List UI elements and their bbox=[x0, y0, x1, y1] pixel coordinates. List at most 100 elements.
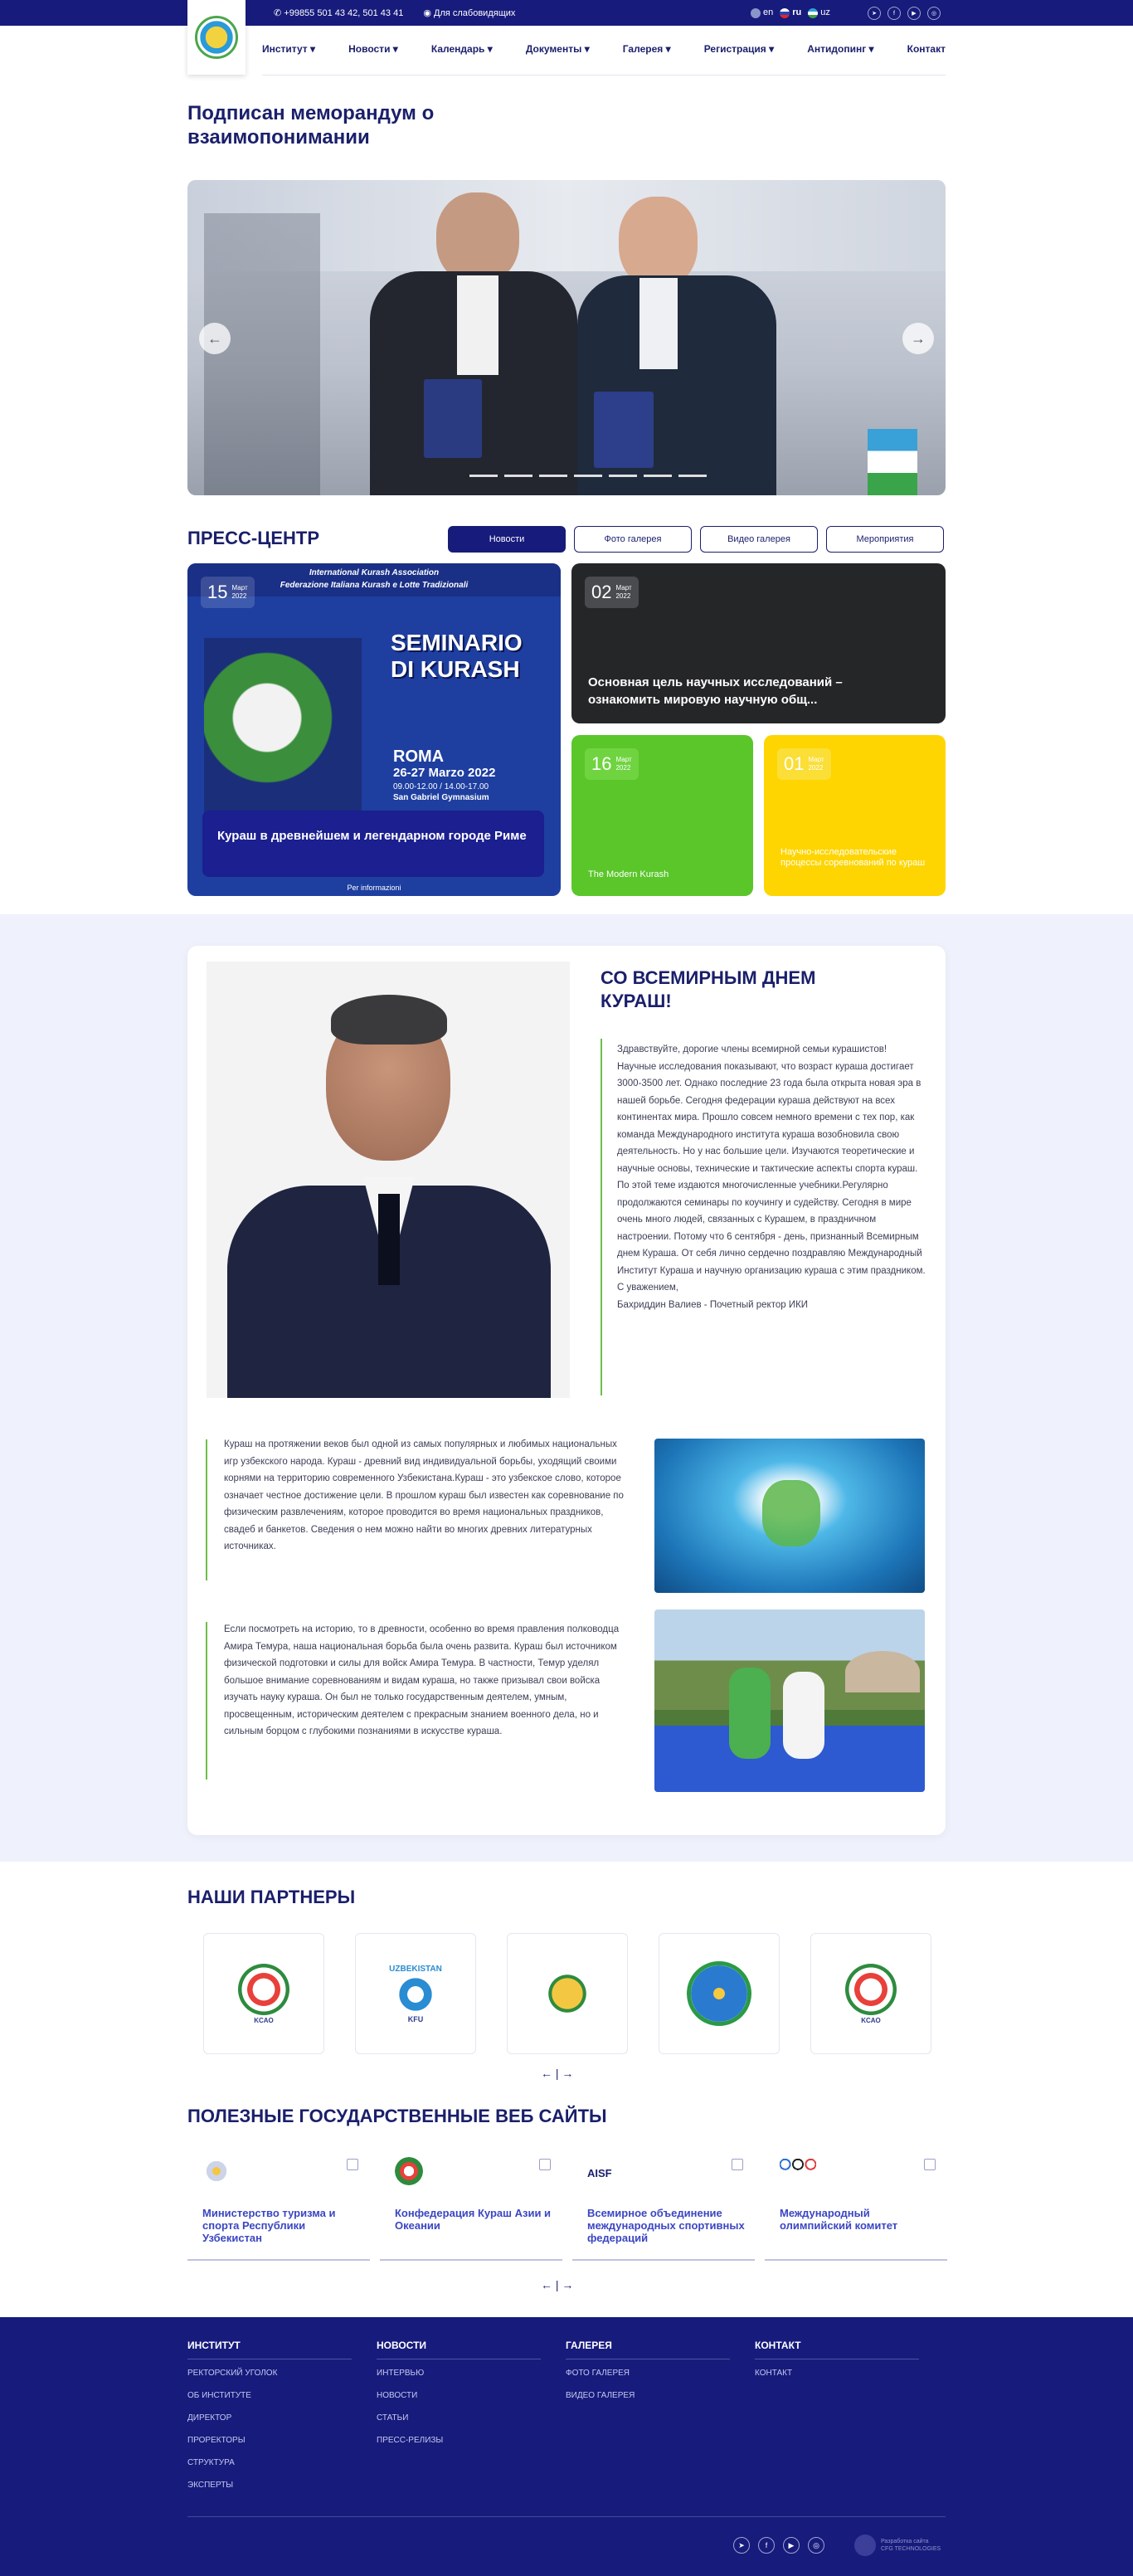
hero-prev-button[interactable]: ← bbox=[199, 323, 231, 354]
nav-registration[interactable]: Регистрация ▾ bbox=[704, 43, 774, 55]
partner-logo-kcao[interactable]: KCAO bbox=[203, 1933, 324, 2054]
hero-dot[interactable] bbox=[678, 475, 707, 477]
site-card-ministry[interactable]: Министерство туризма и спорта Республики… bbox=[187, 2149, 370, 2261]
instagram-icon[interactable]: ◎ bbox=[808, 2537, 824, 2554]
telegram-icon[interactable]: ➤ bbox=[733, 2537, 750, 2554]
footer-link[interactable]: ИНТЕРВЬЮ bbox=[377, 2369, 542, 2391]
partners-pager[interactable]: ← | → bbox=[541, 2067, 573, 2080]
partner-logo-kcao-2[interactable]: KCAO bbox=[810, 1933, 931, 2054]
developer-credit[interactable]: Разработка сайта CFG TECHNOLOGIES bbox=[854, 2535, 941, 2556]
instagram-icon[interactable]: ◎ bbox=[927, 7, 941, 20]
tab-news[interactable]: Новости bbox=[448, 526, 566, 553]
accent-line bbox=[206, 1439, 207, 1580]
kurash-photo-2 bbox=[654, 1609, 925, 1792]
ministry-emblem-icon bbox=[687, 1961, 751, 2026]
noc-emblem-icon bbox=[544, 1969, 591, 2018]
news-card-featured[interactable]: International Kurash Association Federazi… bbox=[187, 563, 561, 896]
hero-dot[interactable] bbox=[504, 475, 532, 477]
footer-col-contact: КОНТАКТ КОНТАКТ bbox=[755, 2340, 921, 2391]
lang-en[interactable]: en bbox=[751, 7, 773, 18]
site-card-aisf[interactable]: AISF Всемирное объединение международных… bbox=[572, 2149, 755, 2261]
poster-headline: SEMINARIO DI KURASH bbox=[391, 630, 523, 682]
site-card-title: Министерство туризма и спорта Республики… bbox=[202, 2207, 336, 2244]
footer-link[interactable]: ЭКСПЕРТЫ bbox=[187, 2481, 353, 2503]
footer-col-gallery: ГАЛЕРЕЯ ФОТО ГАЛЕРЕЯ ВИДЕО ГАЛЕРЕЯ bbox=[566, 2340, 732, 2413]
partner-label: KFU bbox=[407, 2014, 424, 2023]
hero-dot[interactable] bbox=[539, 475, 567, 477]
chevron-down-icon: ▾ bbox=[310, 43, 316, 55]
lang-ru-label: ru bbox=[792, 7, 802, 18]
footer-link[interactable]: КОНТАКТ bbox=[755, 2369, 921, 2391]
news-caption: Кураш в древнейшем и легендарном городе … bbox=[202, 811, 544, 877]
news-card-green[interactable]: 16 Март 2022 The Modern Kurash bbox=[571, 735, 753, 896]
date-month: Март bbox=[808, 756, 824, 763]
chevron-down-icon: ▾ bbox=[392, 43, 398, 55]
poster-city: ROMA bbox=[393, 747, 445, 766]
nav-institute[interactable]: Институт ▾ bbox=[262, 43, 315, 55]
footer-col-news: НОВОСТИ ИНТЕРВЬЮ НОВОСТИ СТАТЬИ ПРЕСС-РЕ… bbox=[377, 2340, 542, 2458]
sites-title: ПОЛЕЗНЫЕ ГОСУДАРСТВЕННЫЕ ВЕБ САЙТЫ bbox=[187, 2106, 607, 2126]
hero-dot[interactable] bbox=[644, 475, 672, 477]
nav-antidoping[interactable]: Антидопинг ▾ bbox=[807, 43, 873, 55]
nav-calendar[interactable]: Календарь ▾ bbox=[431, 43, 493, 55]
footer-link[interactable]: ФОТО ГАЛЕРЕЯ bbox=[566, 2369, 732, 2391]
nav-documents[interactable]: Документы ▾ bbox=[526, 43, 590, 55]
date-year: 2022 bbox=[615, 592, 631, 600]
telegram-icon[interactable]: ➤ bbox=[868, 7, 881, 20]
nav-contact[interactable]: Контакт bbox=[907, 43, 946, 55]
footer-link[interactable]: РЕКТОРСКИЙ УГОЛОК bbox=[187, 2369, 353, 2391]
footer-col-title: ИНСТИТУТ bbox=[187, 2340, 352, 2359]
partner-logo-kfu[interactable]: UZBEKISTAN KFU bbox=[355, 1933, 476, 2054]
news-card-dark[interactable]: 02 Март 2022 Основная цель научных исследо… bbox=[571, 563, 946, 723]
footer-link[interactable]: СТРУКТУРА bbox=[187, 2458, 353, 2481]
partner-logo-ministry[interactable] bbox=[659, 1933, 780, 2054]
hero-slider[interactable]: ← → bbox=[187, 180, 946, 495]
accessibility-link[interactable]: ◉ Для слабовидящих bbox=[423, 7, 515, 18]
poster-photo bbox=[204, 638, 362, 837]
site-card-kcao[interactable]: Конфедерация Кураш Азии и Океании bbox=[380, 2149, 562, 2261]
news-card-yellow[interactable]: 01 Март 2022 Научно-исследовательские проц… bbox=[764, 735, 946, 896]
footer-link[interactable]: ОБ ИНСТИТУТЕ bbox=[187, 2391, 353, 2413]
hero-title: Подписан меморандум о взаимопонимании bbox=[187, 102, 435, 149]
phone-item[interactable]: ✆ +99855 501 43 42, 501 43 41 bbox=[274, 7, 403, 18]
date-month: Март bbox=[231, 584, 248, 592]
tab-events[interactable]: Мероприятия bbox=[826, 526, 944, 553]
eye-icon: ◉ bbox=[423, 8, 434, 18]
hero-dot[interactable] bbox=[574, 475, 602, 477]
footer-link[interactable]: ПРОРЕКТОРЫ bbox=[187, 2436, 353, 2458]
date-year: 2022 bbox=[231, 592, 247, 600]
partner-label: UZBEKISTAN bbox=[389, 1964, 442, 1974]
footer-link[interactable]: СТАТЬИ bbox=[377, 2413, 542, 2436]
lang-ru[interactable]: ru bbox=[780, 7, 802, 18]
arrow-left-icon: ← bbox=[207, 329, 222, 347]
nav-label: Календарь bbox=[430, 43, 485, 55]
news-card-title: Основная цель научных исследований – озн… bbox=[588, 675, 843, 707]
site-card-title: Международный олимпийский комитет bbox=[780, 2207, 898, 2232]
poster-footer: Per informazioni bbox=[347, 884, 401, 892]
nav-news[interactable]: Новости ▾ bbox=[348, 43, 398, 55]
site-logo[interactable] bbox=[187, 0, 246, 75]
hero-dot[interactable] bbox=[609, 475, 637, 477]
facebook-icon[interactable]: f bbox=[758, 2537, 775, 2554]
kcao-emblem-icon bbox=[845, 1963, 897, 2015]
youtube-icon[interactable]: ▶ bbox=[783, 2537, 800, 2554]
footer-link[interactable]: ПРЕСС-РЕЛИЗЫ bbox=[377, 2436, 542, 2458]
poster-venue: San Gabriel Gymnasium bbox=[393, 793, 489, 802]
lang-uz[interactable]: uz bbox=[808, 7, 830, 18]
nav-label: Регистрация bbox=[703, 43, 766, 55]
tab-video-gallery[interactable]: Видео галерея bbox=[700, 526, 818, 553]
nav-gallery[interactable]: Галерея ▾ bbox=[623, 43, 671, 55]
hero-next-button[interactable]: → bbox=[902, 323, 934, 354]
lang-uz-label: uz bbox=[820, 7, 830, 18]
footer-link[interactable]: ДИРЕКТОР bbox=[187, 2413, 353, 2436]
facebook-icon[interactable]: f bbox=[887, 7, 901, 20]
footer-link[interactable]: ВИДЕО ГАЛЕРЕЯ bbox=[566, 2391, 732, 2413]
tab-photo-gallery[interactable]: Фото галерея bbox=[574, 526, 692, 553]
partner-logo-noc-uzbekistan[interactable] bbox=[507, 1933, 628, 2054]
sites-pager[interactable]: ← | → bbox=[541, 2278, 573, 2291]
youtube-icon[interactable]: ▶ bbox=[907, 7, 921, 20]
nav-label: Институт bbox=[262, 43, 308, 55]
hero-dot[interactable] bbox=[469, 475, 498, 477]
footer-link[interactable]: НОВОСТИ bbox=[377, 2391, 542, 2413]
site-card-ioc[interactable]: Международный олимпийский комитет bbox=[765, 2149, 947, 2261]
